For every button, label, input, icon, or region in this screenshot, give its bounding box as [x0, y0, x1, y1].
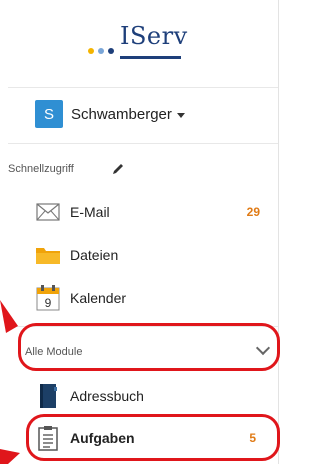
annotation-arrow-lower — [0, 449, 20, 464]
annotation-arrows — [0, 300, 20, 464]
annotation-arrow-upper — [0, 300, 18, 333]
